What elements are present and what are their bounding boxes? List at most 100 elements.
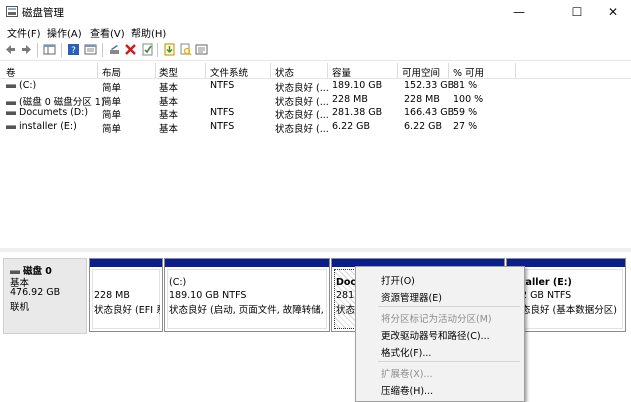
menu-help[interactable]: 帮助(H) — [131, 25, 166, 40]
column-percent-free[interactable]: % 可用 — [453, 65, 484, 79]
minimize-button[interactable]: — — [497, 0, 541, 24]
menu-separator — [378, 306, 520, 307]
layout-cell: 简单 — [102, 124, 122, 135]
type-cell: 基本 — [159, 124, 179, 135]
layout-cell: 简单 — [102, 83, 122, 94]
partition-bar — [165, 259, 329, 267]
menu-item-change-drive-letter[interactable]: 更改驱动器号和路径(C)... — [381, 328, 490, 342]
percent-free-cell: 81 % — [453, 80, 478, 91]
partition-title: (C:) — [169, 277, 187, 288]
capacity-cell: 281.38 GB — [332, 107, 383, 118]
status-cell: 状态良好 (... — [275, 110, 329, 121]
import-icon[interactable] — [163, 43, 176, 56]
filesystem-cell: NTFS — [210, 80, 235, 91]
show-hide-console-tree-icon[interactable] — [43, 43, 56, 56]
partition-status: 态良好 (基本数据分区) — [521, 305, 617, 316]
partition-size: 228 MB — [94, 290, 130, 301]
column-volume[interactable]: 卷 — [6, 65, 16, 79]
toolbar-divider — [157, 43, 158, 57]
toolbar-divider — [102, 43, 103, 57]
capacity-cell: 189.10 GB — [332, 80, 383, 91]
disk-size: 476.92 GB — [10, 287, 61, 298]
table-row[interactable]: (C:) 简单 基本 NTFS 状态良好 (... 189.10 GB 152.… — [0, 79, 631, 94]
capacity-cell: 6.22 GB — [332, 121, 371, 132]
partition-status: 状态良好 (启动, 页面文件, 故障转储, 基2 — [169, 305, 327, 316]
column-divider[interactable] — [397, 63, 398, 78]
partition-bar — [90, 259, 162, 267]
capacity-cell: 228 MB — [332, 94, 368, 105]
volume-name: installer (E:) — [19, 121, 77, 132]
table-row[interactable]: Documets (D:) 简单 基本 NTFS 状态良好 (... 281.3… — [0, 106, 631, 121]
menu-item-open[interactable]: 打开(O) — [381, 273, 415, 287]
column-divider[interactable] — [270, 63, 271, 78]
partition-c[interactable]: (C:) 189.10 GB NTFS 状态良好 (启动, 页面文件, 故障转储… — [164, 258, 330, 332]
table-row[interactable]: (磁盘 0 磁盘分区 1) 简单 基本 状态良好 (... 228 MB 228… — [0, 93, 631, 108]
search-icon[interactable] — [179, 43, 192, 56]
menu-item-explorer[interactable]: 资源管理器(E) — [381, 290, 442, 304]
table-row[interactable]: installer (E:) 简单 基本 NTFS 状态良好 (... 6.22… — [0, 120, 631, 135]
disk-icon — [10, 269, 20, 274]
percent-free-cell: 27 % — [453, 121, 478, 132]
drive-icon — [6, 83, 16, 88]
layout-cell: 简单 — [102, 110, 122, 121]
volume-name: (C:) — [19, 80, 37, 91]
column-free-space[interactable]: 可用空间 — [402, 65, 440, 79]
volume-name: Documets (D:) — [19, 107, 89, 118]
svg-text:?: ? — [71, 46, 76, 56]
disk-management-app-icon — [6, 6, 18, 17]
forward-icon[interactable] — [20, 43, 33, 56]
partition-efi[interactable]: 228 MB 状态良好 (EFI 系 — [89, 258, 163, 332]
column-divider[interactable] — [448, 63, 449, 78]
column-divider[interactable] — [515, 63, 516, 78]
window-title: 磁盘管理 — [22, 7, 64, 19]
drive-icon — [6, 124, 16, 129]
maximize-button[interactable]: ☐ — [555, 0, 599, 24]
close-button[interactable]: ✕ — [595, 0, 631, 24]
column-divider[interactable] — [97, 63, 98, 78]
menu-view[interactable]: 查看(V) — [90, 25, 125, 40]
filesystem-cell: NTFS — [210, 121, 235, 132]
context-menu: 打开(O) 资源管理器(E) 将分区标记为活动分区(M) 更改驱动器号和路径(C… — [355, 266, 525, 402]
drive-icon — [6, 100, 16, 105]
column-filesystem[interactable]: 文件系统 — [210, 65, 248, 79]
column-status[interactable]: 状态 — [275, 65, 294, 79]
connect-icon[interactable] — [108, 43, 121, 56]
help-icon[interactable]: ? — [67, 43, 80, 56]
status-cell: 状态良好 (... — [275, 124, 329, 135]
partition-title: taller (E:) — [521, 277, 572, 288]
disk-info-panel[interactable]: 磁盘 0 基本 476.92 GB 联机 — [3, 258, 87, 334]
type-cell: 基本 — [159, 110, 179, 121]
column-type[interactable]: 类型 — [159, 65, 178, 79]
console-icon[interactable] — [195, 43, 208, 56]
properties-icon[interactable] — [84, 43, 97, 56]
menu-bar: 文件(F) 操作(A) 查看(V) 帮助(H) — [0, 24, 631, 40]
disk-status: 联机 — [10, 302, 30, 313]
percent-free-cell: 59 % — [453, 107, 478, 118]
partition-title: Doc — [336, 277, 357, 288]
toolbar-divider — [61, 43, 62, 57]
toolbar-divider — [37, 43, 38, 57]
title-bar: 磁盘管理 — ☐ ✕ — [0, 0, 631, 24]
free-space-cell: 152.33 GB — [404, 80, 455, 91]
menu-item-shrink-volume[interactable]: 压缩卷(H)... — [381, 383, 433, 397]
filesystem-cell: NTFS — [210, 107, 235, 118]
column-divider[interactable] — [155, 63, 156, 78]
free-space-cell: 228 MB — [404, 94, 440, 105]
menu-item-extend-volume: 扩展卷(X)... — [381, 369, 433, 380]
column-capacity[interactable]: 容量 — [332, 65, 351, 79]
drive-icon — [6, 110, 16, 115]
back-icon[interactable] — [4, 43, 17, 56]
column-divider[interactable] — [205, 63, 206, 78]
status-cell: 状态良好 (... — [275, 83, 329, 94]
menu-action[interactable]: 操作(A) — [47, 25, 82, 40]
menu-item-format[interactable]: 格式化(F)... — [381, 345, 431, 359]
column-divider[interactable] — [327, 63, 328, 78]
partition-size: 189.10 GB NTFS — [169, 290, 247, 301]
menu-file[interactable]: 文件(F) — [7, 25, 41, 40]
toolbar: ? — [0, 40, 631, 61]
column-layout[interactable]: 布局 — [102, 65, 121, 79]
delete-icon[interactable] — [124, 43, 137, 56]
check-icon[interactable] — [141, 43, 154, 56]
free-space-cell: 166.43 GB — [404, 107, 455, 118]
free-space-cell: 6.22 GB — [404, 121, 443, 132]
